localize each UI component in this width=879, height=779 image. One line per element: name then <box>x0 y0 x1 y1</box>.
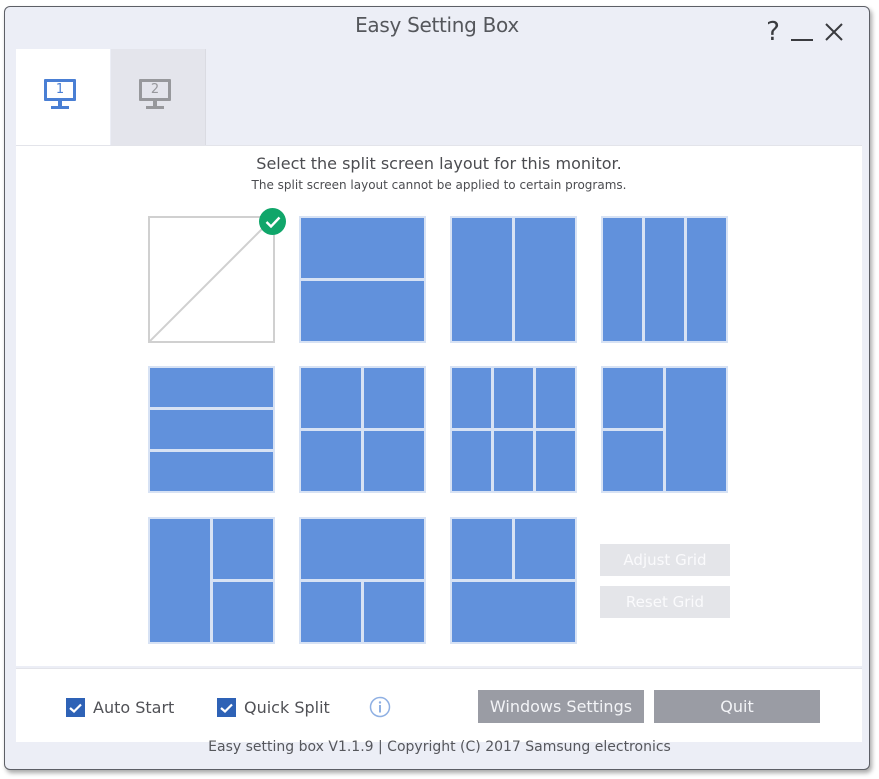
window-title: Easy Setting Box <box>355 13 519 37</box>
panel-heading: Select the split screen layout for this … <box>256 154 622 173</box>
auto-start-label: Auto Start <box>93 698 175 717</box>
minimize-icon <box>791 39 813 41</box>
layout-2-vertical[interactable] <box>450 216 577 343</box>
monitor-number: 1 <box>44 79 76 101</box>
windows-settings-button[interactable]: Windows Settings <box>478 690 644 723</box>
layout-3-bottom-wide[interactable] <box>450 517 577 644</box>
bottom-bar: Auto Start Quick Split Windows Settings … <box>16 668 862 742</box>
tab-monitor-2[interactable]: 2 <box>111 49 206 145</box>
layout-none[interactable] <box>148 216 275 343</box>
layout-3-right-stack[interactable] <box>148 517 275 644</box>
adjust-grid-button[interactable]: Adjust Grid <box>600 544 730 576</box>
monitor-icon: 2 <box>139 79 177 115</box>
no-split-diagonal-icon <box>150 224 267 341</box>
app-window: Easy Setting Box ? 1 2 Select the split … <box>4 6 870 770</box>
layout-3-horizontal[interactable] <box>148 366 275 493</box>
layout-3-vertical[interactable] <box>601 216 728 343</box>
reset-grid-button[interactable]: Reset Grid <box>600 586 730 618</box>
layout-6-grid[interactable] <box>450 366 577 493</box>
close-icon <box>825 23 843 41</box>
monitor-icon: 1 <box>44 79 82 115</box>
layout-3-top-wide[interactable] <box>299 517 426 644</box>
quit-button[interactable]: Quit <box>654 690 820 723</box>
layout-panel: Select the split screen layout for this … <box>16 145 862 666</box>
layout-4-grid[interactable] <box>299 366 426 493</box>
checkbox-checked-icon <box>217 698 236 717</box>
auto-start-checkbox[interactable]: Auto Start <box>66 698 174 717</box>
minimize-button[interactable] <box>787 17 817 47</box>
help-button[interactable]: ? <box>761 17 785 47</box>
quick-split-checkbox[interactable]: Quick Split <box>217 698 330 717</box>
checkbox-checked-icon <box>66 698 85 717</box>
close-button[interactable] <box>819 17 849 47</box>
panel-subheading: The split screen layout cannot be applie… <box>251 178 627 192</box>
monitor-number: 2 <box>139 79 171 101</box>
layout-2-horizontal[interactable] <box>299 216 426 343</box>
footer-copyright: Easy setting box V1.1.9 | Copyright (C) … <box>208 739 671 755</box>
layout-3-left-stack[interactable] <box>601 366 728 493</box>
tab-monitor-1[interactable]: 1 <box>16 49 110 145</box>
quick-split-label: Quick Split <box>244 698 330 717</box>
info-icon[interactable] <box>369 696 391 718</box>
selected-check-icon <box>259 208 286 235</box>
